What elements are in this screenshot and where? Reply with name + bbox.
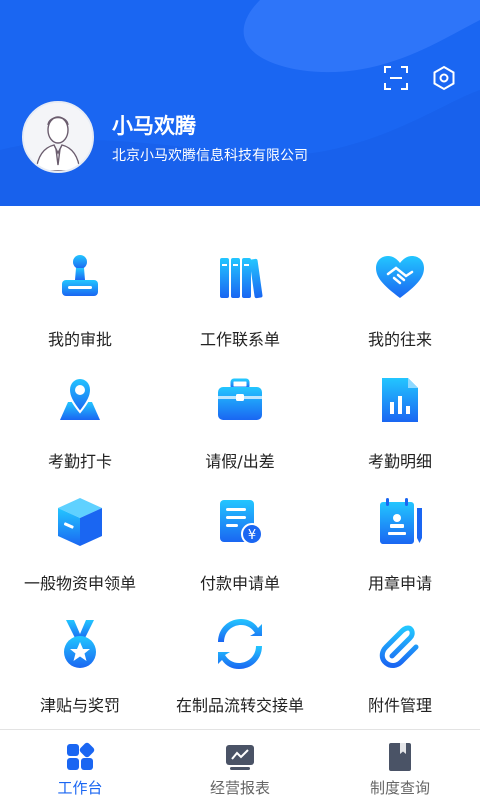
grid-item-leave-trip[interactable]: 请假/出差 bbox=[160, 360, 320, 482]
grid-item-label: 在制品流转交接单 bbox=[175, 696, 304, 715]
avatar-icon bbox=[24, 103, 92, 171]
grid-item-attachment-management[interactable]: 附件管理 bbox=[320, 604, 480, 726]
medal-icon bbox=[64, 620, 96, 668]
grid-item-label: 我的审批 bbox=[47, 330, 112, 349]
report-icon bbox=[226, 745, 254, 770]
grid-item-label: 津贴与奖罚 bbox=[39, 696, 120, 715]
scan-button[interactable] bbox=[382, 64, 410, 92]
grid-item-seal-request[interactable]: 用章申请 bbox=[320, 482, 480, 604]
grid-item-label: 一般物资申领单 bbox=[23, 574, 136, 593]
function-grid: 我的审批 工作联系单 我的往来 考勤打卡 请假/出差 考勤明细 一般物资申领单 … bbox=[0, 238, 480, 726]
grid-item-label: 付款申请单 bbox=[199, 574, 280, 593]
settings-icon bbox=[433, 65, 455, 91]
grid-item-work-contact[interactable]: 工作联系单 bbox=[160, 238, 320, 360]
tab-business-report[interactable]: 经营报表 bbox=[160, 730, 320, 800]
report-chart-icon bbox=[382, 378, 418, 422]
stamp-icon bbox=[62, 255, 98, 296]
payment-doc-icon: ¥ bbox=[220, 500, 263, 545]
tab-label: 制度查询 bbox=[369, 779, 430, 797]
avatar[interactable] bbox=[22, 101, 94, 173]
paperclip-icon bbox=[379, 625, 419, 668]
grid-item-payment-request[interactable]: ¥ 付款申请单 bbox=[160, 482, 320, 604]
grid-item-my-dealings[interactable]: 我的往来 bbox=[320, 238, 480, 360]
bottom-tab-bar: 工作台 经营报表 制度查询 bbox=[0, 729, 480, 800]
grid-item-attendance-clock[interactable]: 考勤打卡 bbox=[0, 360, 160, 482]
grid-item-label: 请假/出差 bbox=[205, 452, 275, 471]
refresh-icon bbox=[218, 619, 262, 669]
grid-item-label: 附件管理 bbox=[367, 696, 432, 715]
company-name: 北京小马欢腾信息科技有限公司 bbox=[112, 148, 308, 164]
location-pin-icon bbox=[60, 376, 100, 420]
svg-text:¥: ¥ bbox=[248, 528, 256, 543]
scan-icon bbox=[384, 66, 408, 90]
grid-item-attendance-detail[interactable]: 考勤明细 bbox=[320, 360, 480, 482]
grid-item-my-approval[interactable]: 我的审批 bbox=[0, 238, 160, 360]
profile-header: 小马欢腾 北京小马欢腾信息科技有限公司 bbox=[0, 0, 480, 206]
seal-notebook-icon bbox=[380, 498, 422, 544]
tab-label: 工作台 bbox=[57, 779, 103, 797]
grid-item-allowance-rewards[interactable]: 津贴与奖罚 bbox=[0, 604, 160, 726]
user-name: 小马欢腾 bbox=[112, 114, 196, 138]
grid-item-label: 工作联系单 bbox=[199, 330, 280, 349]
workbench-icon bbox=[67, 742, 95, 770]
grid-item-wip-handover[interactable]: 在制品流转交接单 bbox=[160, 604, 320, 726]
briefcase-icon bbox=[218, 378, 262, 420]
tab-workbench[interactable]: 工作台 bbox=[0, 730, 160, 800]
grid-item-label: 考勤明细 bbox=[367, 452, 432, 471]
box-icon bbox=[58, 498, 102, 546]
handshake-heart-icon bbox=[376, 256, 424, 298]
grid-item-materials-request[interactable]: 一般物资申领单 bbox=[0, 482, 160, 604]
bookmark-book-icon bbox=[389, 743, 411, 771]
tab-policy-query[interactable]: 制度查询 bbox=[320, 730, 480, 800]
tab-label: 经营报表 bbox=[209, 779, 270, 797]
grid-item-label: 考勤打卡 bbox=[47, 452, 112, 471]
grid-item-label: 用章申请 bbox=[367, 574, 432, 593]
settings-button[interactable] bbox=[430, 64, 458, 92]
grid-item-label: 我的往来 bbox=[367, 330, 432, 349]
books-icon bbox=[220, 258, 263, 299]
